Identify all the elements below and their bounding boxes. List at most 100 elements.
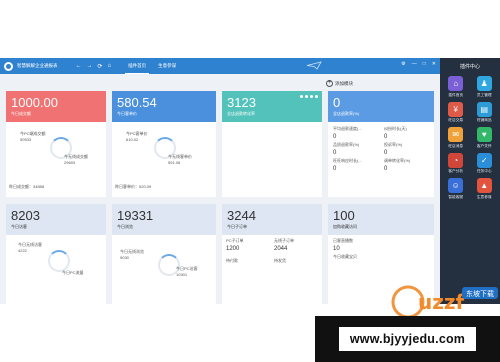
sidebar-item-label: 生意参谋 (476, 194, 492, 199)
card-header: 3244 今日子订单 (222, 204, 322, 235)
mobile-visitors-stat: 今日无线访客 4222 (18, 242, 42, 253)
trade-icon: ¥ (448, 101, 464, 117)
goods-icon: ▤ (476, 101, 492, 117)
refund-conversion-card: 3123 全店退款转化率 (222, 91, 322, 197)
sub-orders-card: 3244 今日子订单 PC子订单 无线子订单 1200 2044 待付款 待发货 (222, 204, 322, 304)
card-label: 今日浏览 (117, 224, 133, 229)
card-header: 100 加购收藏访问 (328, 204, 434, 235)
sidebar-item-label: 客户分析 (448, 169, 464, 173)
card-header: 580.54 今日客单价 (112, 91, 216, 122)
home-icon: ⌂ (448, 76, 464, 91)
title-bar: 智慧解解企业通报表 ← → ⟳ ⌂ 插件首页 生意参谋 ⚙ — □ ✕ (0, 58, 440, 74)
settings-icon[interactable]: ⚙ (401, 61, 405, 67)
care-icon: ♥ (476, 127, 492, 142)
card-header: 19331 今日浏览 (112, 204, 216, 235)
pageviews-card: 19331 今日浏览 今日无线浏览 9030 今日PC访客 10301 (112, 204, 216, 304)
sidebar-item[interactable]: ♥ 客户关怀 (471, 127, 499, 149)
maximize-icon[interactable]: □ (423, 61, 426, 67)
site-url-banner: www.bjyyjedu.com (315, 316, 500, 362)
add-widget-button[interactable]: + 添加模块 (326, 80, 353, 87)
plus-icon: + (326, 80, 333, 87)
card-value: 3123 (227, 95, 256, 110)
sidebar-item[interactable]: ♟ 员工管理 (471, 76, 499, 98)
minimize-icon[interactable]: — (412, 61, 417, 67)
sidebar-item[interactable]: ▲ 生意参谋 (471, 178, 499, 200)
close-icon[interactable]: ✕ (432, 61, 436, 67)
mobile-views-stat: 今日无线浏览 9030 (120, 249, 144, 260)
message-icon: ✉ (448, 127, 464, 142)
window-controls: ⚙ — □ ✕ (401, 61, 436, 67)
paper-plane-icon (306, 61, 322, 70)
yesterday-avg: 昨日客单价：520.09 (115, 184, 152, 189)
card-value: 1000.00 (11, 95, 58, 110)
plugin-sidebar: 插件中心 ⌂ 插件首页 ♟ 员工管理 ¥ 旺店交易 ▤ 旺铺商品 ✉ 旺店消息 ♥ 客户关怀 ◔ 客户分析… (440, 58, 500, 304)
card-value: 580.54 (117, 95, 157, 110)
card-value: 8203 (11, 208, 40, 223)
sidebar-title: 插件中心 (459, 64, 480, 70)
card-label: 今日子订单 (227, 224, 247, 229)
card-label: 今日成交额 (11, 111, 31, 116)
back-icon[interactable]: ← (76, 63, 82, 70)
uzzf-brand-tag: 东坡下载 (466, 289, 494, 298)
sidebar-item[interactable]: ¥ 旺店交易 (442, 101, 470, 124)
collect-metrics: 已客直播数 10 今日收藏宝贝 (333, 238, 357, 259)
sidebar-item-label: 任务中心 (476, 169, 492, 173)
sidebar-item-label: 员工管理 (476, 92, 492, 97)
pc-sales-stat: 今PC端成交额 50533 (20, 131, 46, 142)
sidebar-item-label: 旺店消息 (448, 143, 464, 148)
forward-icon[interactable]: → (87, 63, 93, 70)
card-actions[interactable] (300, 95, 318, 98)
sidebar-item-label: 客户关怀 (476, 143, 492, 148)
sidebar-item[interactable]: ◔ 客户分析 (442, 152, 470, 175)
card-label: 加购收藏访问 (333, 224, 357, 229)
sales-card: 1000.00 今日成交额 今PC端成交额 50533 今无线成交额 29693… (6, 91, 106, 197)
pc-visitors-stat: 今日PC访客 10301 (176, 266, 198, 277)
analysis-icon: ◔ (448, 152, 464, 168)
app-title: 智慧解解企业通报表 (17, 63, 58, 68)
sidebar-item[interactable]: ✉ 旺店消息 (442, 127, 470, 149)
tab-plugin-home[interactable]: 插件首页 (125, 59, 150, 74)
sidebar-item-label: 旺铺商品 (476, 118, 492, 122)
card-label: 今日访客 (11, 224, 27, 229)
avg-order-card: 580.54 今日客单价 今PC客单价 610.02 今无线客单价 591.06… (112, 91, 216, 197)
sidebar-item-label: 旺店交易 (448, 118, 464, 122)
refresh-icon[interactable]: ⟳ (98, 63, 103, 70)
home-icon[interactable]: ⌂ (108, 63, 112, 70)
sidebar-item[interactable]: ▤ 旺铺商品 (471, 101, 499, 124)
sidebar-item[interactable]: ☺ 智能客服 (442, 178, 470, 200)
people-icon: ♟ (476, 76, 492, 91)
uzzf-brand-text: uzzf (418, 290, 465, 314)
add-widget-label: 添加模块 (335, 80, 353, 86)
sidebar-item[interactable]: ⌂ 插件首页 (442, 76, 470, 98)
card-label: 全店退款率(%) (333, 111, 360, 116)
mobile-avg-stat: 今无线客单价 591.06 (168, 154, 192, 165)
order-metrics: PC子订单 无线子订单 1200 2044 待付款 待发货 (226, 238, 294, 263)
visitors-card: 8203 今日访客 今日无线访客 4222 今日PC流量 (6, 204, 106, 304)
service-icon: ☺ (448, 178, 464, 193)
mobile-sales-stat: 今无线成交额 29693 (64, 154, 88, 165)
refund-metrics: 平均退款速度(... 纠纷时长(天) 0 0 品质退款率(%) 投诉率(%) 0… (333, 126, 411, 172)
sidebar-item-label: 插件首页 (448, 92, 464, 97)
site-url: www.bjyyjedu.com (338, 327, 477, 351)
sidebar-grid: ⌂ 插件首页 ♟ 员工管理 ¥ 旺店交易 ▤ 旺铺商品 ✉ 旺店消息 ♥ 客户关怀 ◔ 客户分析 ✓ 任务中心… (442, 76, 498, 200)
task-icon: ✓ (476, 152, 492, 168)
progress-ring (48, 250, 70, 272)
app-logo-icon (4, 61, 13, 71)
card-value: 100 (333, 208, 355, 223)
card-label: 今日客单价 (117, 111, 137, 116)
sidebar-item[interactable]: ✓ 任务中心 (471, 152, 499, 175)
card-header: 3123 全店退款转化率 (222, 91, 322, 122)
app-window: 智慧解解企业通报表 ← → ⟳ ⌂ 插件首页 生意参谋 ⚙ — □ ✕ + 添加… (0, 58, 500, 304)
yesterday-sales: 昨日成交额：34858 (9, 184, 45, 189)
card-header: 0 全店退款率(%) (328, 91, 434, 122)
card-value: 19331 (117, 208, 154, 223)
tab-business-advisor[interactable]: 生意参谋 (155, 59, 179, 73)
business-icon: ▲ (476, 178, 492, 193)
sidebar-item-label: 智能客服 (448, 194, 464, 199)
nav-buttons: ← → ⟳ ⌂ (76, 63, 112, 70)
card-header: 8203 今日访客 (6, 204, 106, 235)
pc-avg-stat: 今PC客单价 610.02 (126, 131, 148, 142)
refund-rate-card: 0 全店退款率(%) 平均退款速度(... 纠纷时长(天) 0 0 品质退款率(… (328, 91, 434, 197)
pc-traffic-stat: 今日PC流量 (62, 270, 84, 275)
card-header: 1000.00 今日成交额 (6, 91, 106, 122)
